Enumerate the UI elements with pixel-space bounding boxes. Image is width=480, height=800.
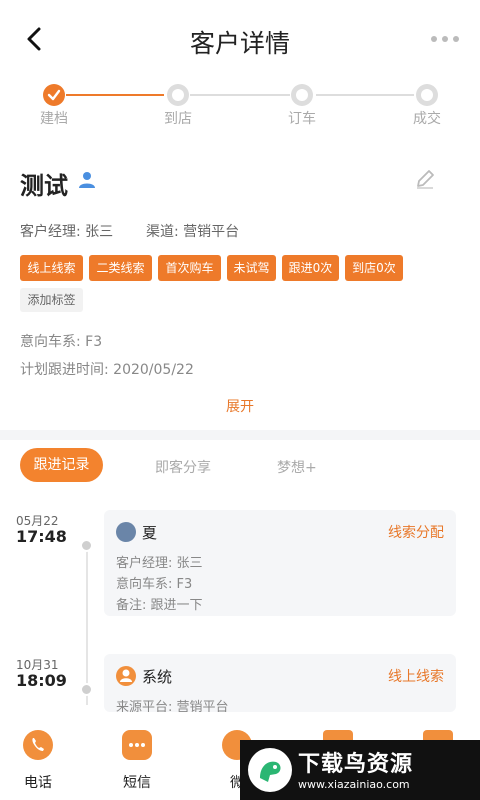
watermark: 下载鸟资源 www.xiazainiao.com: [240, 740, 480, 800]
card-line: 客户经理: 张三: [116, 556, 203, 571]
sms-button[interactable]: 短信: [105, 730, 169, 796]
watermark-title: 下载鸟资源: [298, 752, 414, 777]
timeline-line: [86, 545, 88, 705]
phone-button[interactable]: 电话: [6, 730, 70, 796]
timeline-time: 17:48: [16, 527, 67, 546]
expand-button[interactable]: 展开: [0, 396, 480, 416]
tab-dream[interactable]: 梦想+: [277, 457, 317, 477]
customer-channel: 渠道: 营销平台: [146, 224, 240, 240]
tag: 到店0次: [345, 255, 403, 281]
customer-name: 测试: [20, 172, 68, 200]
progress-steps: 建档 到店 订车 成交: [0, 82, 480, 132]
step-pending-icon: [167, 84, 189, 106]
nav-label: 短信: [123, 775, 151, 791]
step-pending-icon: [291, 84, 313, 106]
nav-label: 电话: [24, 775, 52, 791]
watermark-logo-icon: [248, 748, 292, 792]
watermark-url: www.xiazainiao.com: [298, 778, 410, 791]
card-tag: 线索分配: [388, 525, 444, 541]
step-connector: [190, 94, 290, 96]
card-line: 备注: 跟进一下: [116, 598, 203, 613]
step-connector: [66, 94, 164, 96]
section-divider: [0, 430, 480, 440]
tag: 线上线索: [20, 255, 83, 281]
card-tag: 线上线索: [388, 669, 444, 685]
timeline-card[interactable]: 系统 线上线索 来源平台: 营销平台: [104, 654, 456, 712]
edit-icon[interactable]: [414, 168, 436, 190]
page-title: 客户详情: [189, 29, 290, 58]
more-icon[interactable]: [430, 34, 460, 44]
step-label: 成交: [413, 111, 441, 127]
tag: 二类线索: [89, 255, 152, 281]
add-tag-button[interactable]: 添加标签: [20, 288, 83, 312]
step-done-icon: [43, 84, 65, 106]
step-pending-icon: [416, 84, 438, 106]
step-label: 建档: [40, 111, 68, 127]
customer-manager: 客户经理: 张三: [20, 224, 114, 240]
timeline-time: 18:09: [16, 671, 67, 690]
card-title: 夏: [142, 524, 158, 542]
user-icon: [79, 172, 95, 188]
step-connector: [316, 94, 414, 96]
card-line: 来源平台: 营销平台: [116, 700, 229, 712]
card-line: 意向车系: F3: [116, 577, 193, 592]
phone-icon: [23, 730, 53, 760]
step-label: 到店: [164, 111, 192, 127]
timeline-dot: [80, 539, 93, 552]
tab-follow-records[interactable]: 跟进记录: [20, 448, 103, 482]
card-title: 系统: [142, 668, 173, 686]
sms-icon: [122, 730, 152, 760]
timeline-card[interactable]: 夏 线索分配 客户经理: 张三 意向车系: F3 备注: 跟进一下: [104, 510, 456, 616]
timeline-dot: [80, 683, 93, 696]
header: 客户详情: [0, 0, 480, 80]
tab-share[interactable]: 即客分享: [155, 457, 211, 477]
system-avatar: [116, 666, 136, 686]
tag: 首次购车: [158, 255, 221, 281]
avatar: [116, 522, 136, 542]
tag: 跟进0次: [282, 255, 339, 281]
intended-series: 意向车系: F3: [20, 334, 103, 350]
plan-follow-time: 计划跟进时间: 2020/05/22: [20, 362, 194, 378]
step-label: 订车: [288, 111, 316, 127]
tag: 未试驾: [227, 255, 276, 281]
